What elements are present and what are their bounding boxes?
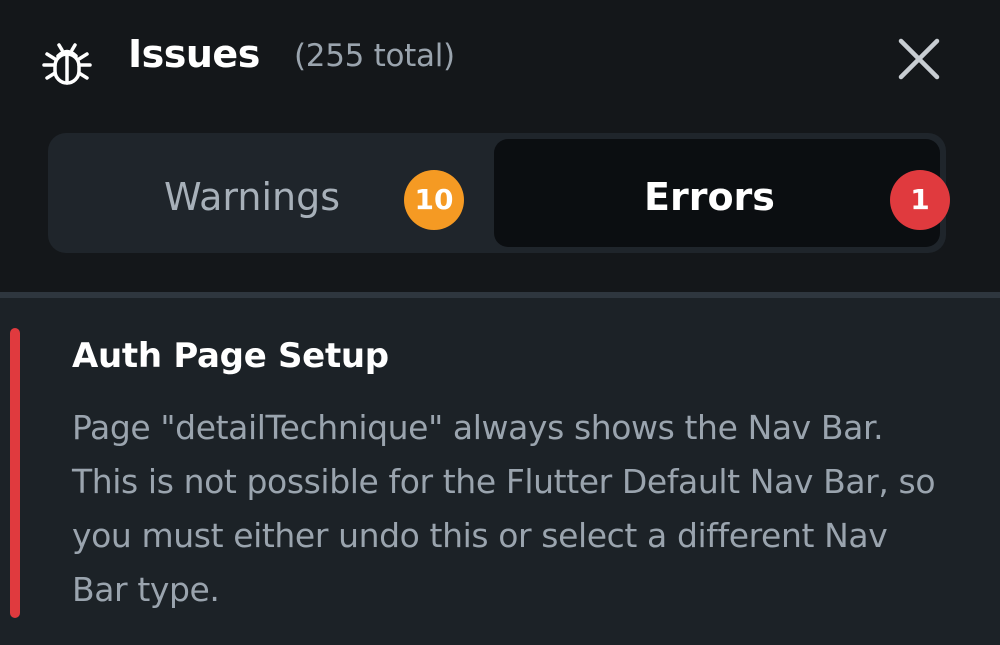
issue-title: Auth Page Setup	[72, 336, 389, 376]
tab-warnings[interactable]: Warnings 10	[54, 139, 494, 247]
panel-header: Issues (255 total)	[0, 0, 1000, 120]
panel-title: Issues	[128, 32, 260, 76]
issue-type-tabs: Warnings 10 Errors 1	[48, 133, 950, 253]
warnings-count-badge: 10	[404, 170, 464, 230]
tab-warnings-label: Warnings	[164, 175, 341, 219]
issue-total-count: (255 total)	[294, 38, 455, 74]
bug-icon	[38, 32, 96, 90]
tab-errors[interactable]: Errors 1	[494, 139, 950, 247]
issue-item[interactable]: Auth Page Setup Page "detailTechnique" a…	[0, 298, 1000, 645]
errors-count-badge: 1	[890, 170, 950, 230]
issue-description: Page "detailTechnique" always shows the …	[72, 408, 936, 609]
close-icon	[898, 38, 940, 80]
issues-panel: Issues (255 total) Warnings 10 Errors 1 …	[0, 0, 1000, 645]
close-button[interactable]	[890, 30, 948, 88]
error-severity-bar	[10, 328, 20, 618]
tab-errors-label: Errors	[644, 175, 775, 219]
